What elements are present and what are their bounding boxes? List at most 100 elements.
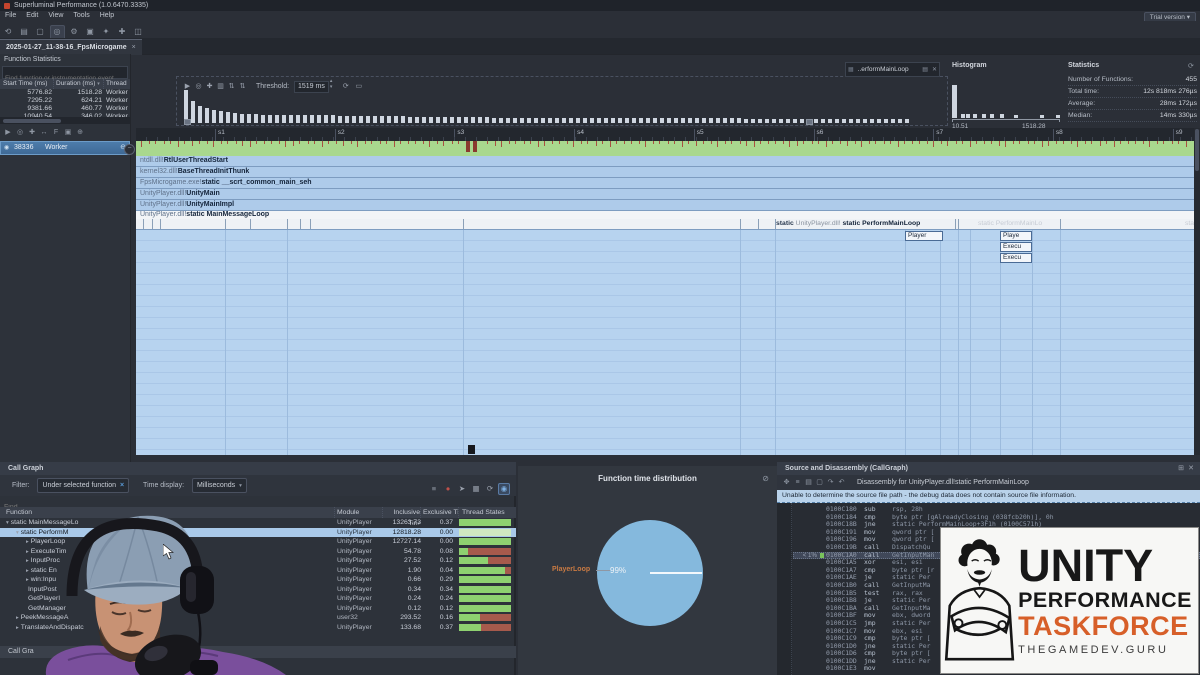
globe-icon[interactable]: ◉: [498, 483, 510, 495]
refresh-icon[interactable]: ⟳: [484, 483, 496, 495]
function-stats-row[interactable]: 7295.22624.21Worker: [0, 97, 130, 105]
span-grid-line: [1060, 230, 1061, 455]
threshold-slider-handle-left[interactable]: [184, 119, 191, 125]
callstack-frame[interactable]: ntdll.dll!RtlUserThreadStart: [136, 156, 1200, 167]
expand-arrow-icon[interactable]: ▸: [26, 577, 29, 583]
new-document-icon[interactable]: ▢: [34, 25, 47, 38]
timeline-search-input[interactable]: [856, 65, 921, 74]
thread-row-worker[interactable]: ◉ 38336 Worker ⊖: [0, 141, 130, 155]
col-duration[interactable]: Duration (ms) ▾: [54, 79, 104, 89]
callstack-frame[interactable]: kernel32.dll!BaseThreadInitThunk: [136, 167, 1200, 178]
activity-spike: [1028, 141, 1029, 144]
tab-close-icon[interactable]: ×: [132, 44, 136, 51]
table-icon[interactable]: ▦: [470, 483, 482, 495]
threshold-bar: [639, 118, 643, 123]
tree-icon[interactable]: ≡: [428, 483, 440, 495]
expand-arrow-icon[interactable]: ▸: [26, 558, 29, 564]
tab-session[interactable]: 2025-01-27_11-38-16_FpsMicrogame×: [0, 39, 142, 55]
disable-pie-icon[interactable]: ⊘: [762, 474, 769, 483]
fit-width-icon[interactable]: ↔: [38, 127, 50, 139]
settings-icon[interactable]: ⚙: [68, 25, 81, 38]
col-thread[interactable]: Thread: [104, 79, 130, 89]
timeline-hscroll-thumb[interactable]: [468, 445, 475, 454]
close-icon[interactable]: ✕: [1186, 462, 1196, 475]
callstack-frame[interactable]: FpsMicrogame.exe!static __scrt_common_ma…: [136, 178, 1200, 189]
timeline-vscroll-thumb[interactable]: [1195, 129, 1199, 171]
eye-icon[interactable]: ◉: [4, 142, 9, 154]
pan-icon[interactable]: ✚: [26, 127, 38, 139]
span-box-playe[interactable]: Playe: [1000, 231, 1032, 241]
add-icon[interactable]: ✚: [116, 25, 129, 38]
collapse-track-icon[interactable]: −: [124, 144, 135, 155]
function-stats-row[interactable]: 9381.66460.77Worker: [0, 105, 130, 113]
col-start-time[interactable]: Start Time (ms): [0, 79, 54, 89]
col-inclusive-time[interactable]: Inclusive Tin▾: [383, 507, 421, 518]
bookmark-icon[interactable]: ▣: [84, 25, 97, 38]
back-icon[interactable]: ⟲: [2, 25, 15, 38]
menu-view[interactable]: View: [43, 11, 68, 21]
document-icon[interactable]: ▢: [814, 475, 825, 490]
chip-close-icon[interactable]: ×: [120, 482, 124, 489]
callstack-frame[interactable]: UnityPlayer.dll!UnityMainImpl: [136, 200, 1200, 211]
list-icon[interactable]: ≡: [792, 475, 803, 490]
goto-icon[interactable]: ✥: [781, 475, 792, 490]
col-module[interactable]: Module: [335, 507, 383, 518]
share-icon[interactable]: ✦: [100, 25, 113, 38]
exclusive-time: 0.29: [421, 575, 459, 585]
scrollbar-thumb[interactable]: [3, 119, 61, 123]
clear-search-icon[interactable]: ✕: [930, 66, 939, 73]
frame-icon[interactable]: ▣: [62, 127, 74, 139]
next-icon[interactable]: ↷: [825, 475, 836, 490]
marker-empty: [817, 643, 826, 651]
frame-module: ntdll.dll!: [140, 157, 164, 164]
threshold-bar: [247, 114, 251, 123]
pick-icon[interactable]: ➤: [456, 483, 468, 495]
expand-arrow-icon[interactable]: ▸: [26, 539, 29, 545]
span-box-execu-2[interactable]: Execu: [1000, 253, 1032, 263]
statistics-refresh-icon[interactable]: ⟳: [1188, 62, 1194, 70]
sort-icon[interactable]: F: [50, 127, 62, 139]
maximize-icon[interactable]: ⊞: [1176, 462, 1186, 475]
span-grid-line: [1000, 230, 1001, 455]
timeline-ruler[interactable]: s1s2s3s4s5s6s7s8s9: [136, 128, 1200, 142]
menu-help[interactable]: Help: [95, 11, 119, 21]
menu-file[interactable]: File: [0, 11, 21, 21]
span-box-execu-1[interactable]: Execu: [1000, 242, 1032, 252]
expand-arrow-icon[interactable]: ▸: [16, 625, 19, 631]
menu-edit[interactable]: Edit: [21, 11, 43, 21]
span-box-player[interactable]: Player: [905, 231, 943, 241]
timeline-span-area[interactable]: Player Playe Execu Execu: [136, 230, 1200, 455]
expand-arrow-icon[interactable]: ▾: [6, 520, 9, 526]
filter-chip[interactable]: Under selected function×: [37, 478, 129, 493]
layout-icon[interactable]: ◫: [132, 25, 145, 38]
expand-arrow-icon[interactable]: ▸: [26, 549, 29, 555]
activity-spike: [400, 141, 401, 144]
threshold-spinner[interactable]: ▴▾: [330, 78, 333, 90]
menu-tools[interactable]: Tools: [68, 11, 94, 21]
timeline-vscrollbar[interactable]: [1194, 128, 1200, 455]
pie-slice-label[interactable]: PlayerLoop: [552, 566, 590, 573]
time-display-dropdown[interactable]: Milliseconds▾: [192, 478, 247, 493]
expand-arrow-icon[interactable]: ▸: [16, 615, 19, 621]
col-exclusive-time[interactable]: Exclusive Time: [421, 507, 459, 518]
function-stats-row[interactable]: 5776.821518.28Worker: [0, 89, 130, 97]
threshold-slider-handle-right[interactable]: [806, 119, 813, 125]
col-thread-states[interactable]: Thread States: [459, 507, 516, 518]
span-grid-line: [1032, 230, 1033, 455]
folder-icon[interactable]: ▤: [920, 66, 930, 73]
previous-icon[interactable]: ↶: [836, 475, 847, 490]
function-stats-hscrollbar[interactable]: [0, 117, 130, 124]
activity-spike-major: [473, 141, 477, 152]
expand-arrow-icon[interactable]: ▸: [26, 568, 29, 574]
perform-mainloop-row[interactable]: static UnityPlayer.dll! static PerformMa…: [136, 219, 1200, 230]
cpu-activity-track[interactable]: [136, 141, 1200, 156]
record-icon[interactable]: ●: [442, 483, 454, 495]
callstack-frame[interactable]: UnityPlayer.dll!UnityMain: [136, 189, 1200, 200]
add-filter-icon[interactable]: ⊕: [74, 127, 86, 139]
open-folder-icon[interactable]: ▤: [18, 25, 31, 38]
histogram-bar: [1014, 115, 1018, 118]
expand-arrow-icon[interactable]: ▾: [16, 530, 19, 536]
zoom-icon[interactable]: ◎: [14, 127, 26, 139]
select-icon[interactable]: ▶: [2, 127, 14, 139]
columns-icon[interactable]: ▤: [803, 475, 814, 490]
